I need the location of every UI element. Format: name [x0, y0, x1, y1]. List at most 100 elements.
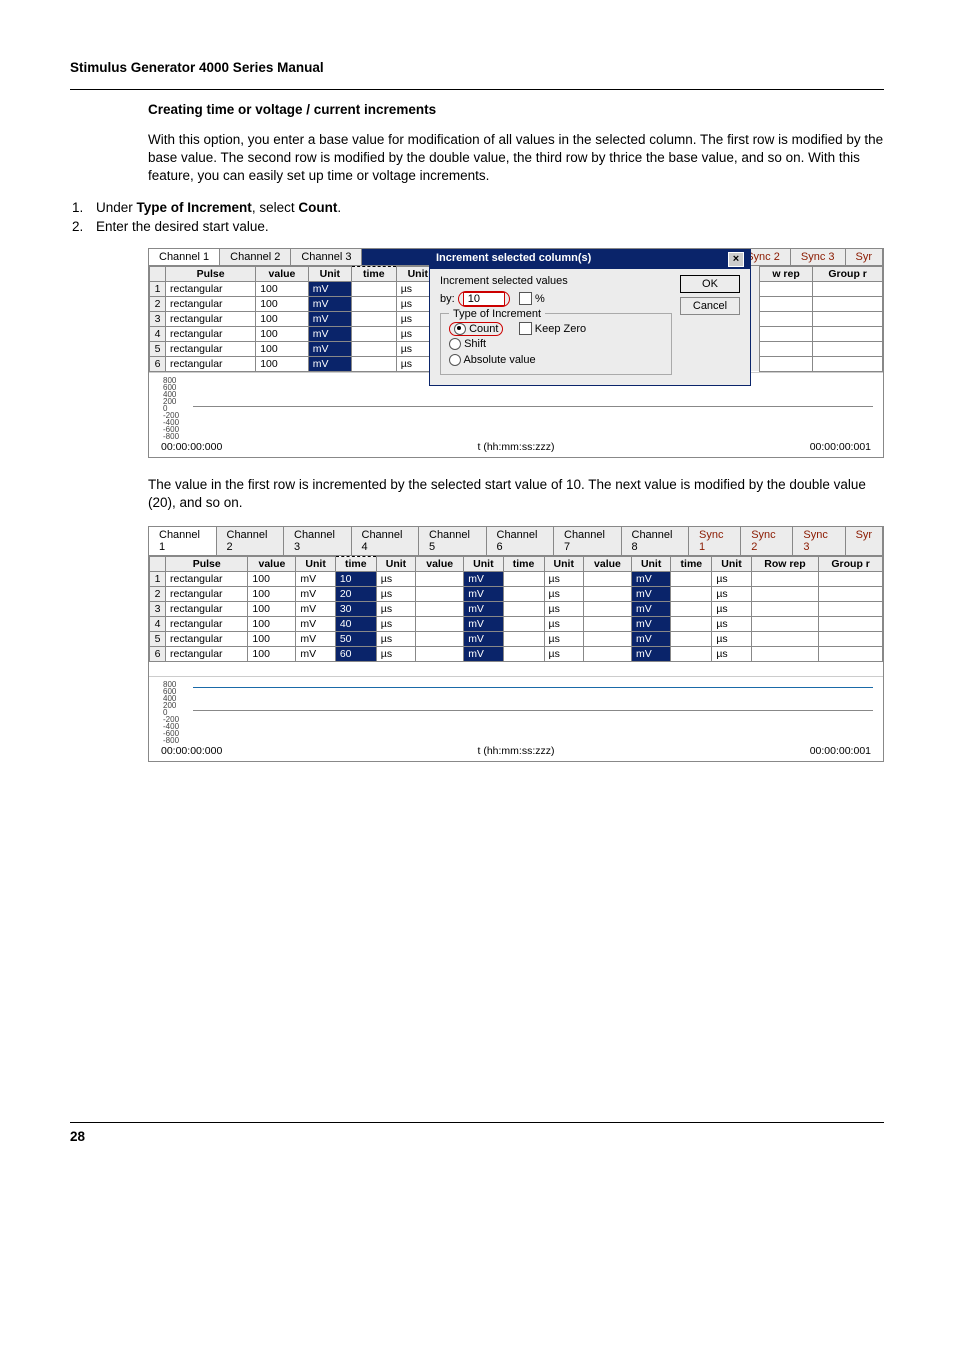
cell-tunit1[interactable]: µs	[376, 647, 415, 662]
cell-value3[interactable]	[583, 647, 631, 662]
cell-groupr[interactable]	[819, 602, 883, 617]
cell-value2[interactable]	[416, 632, 464, 647]
tab-sync-1[interactable]: Sync 1	[689, 527, 741, 555]
cell-tunit2[interactable]: µs	[544, 617, 583, 632]
cell-value3[interactable]	[583, 632, 631, 647]
cell-value[interactable]: 100	[256, 341, 309, 356]
cell-unit2[interactable]: mV	[464, 617, 503, 632]
cell-rowrep[interactable]	[751, 632, 819, 647]
tab-channel-5[interactable]: Channel 5	[419, 527, 487, 555]
cell-unit1[interactable]: mV	[296, 647, 335, 662]
cell-tunit1[interactable]: µs	[376, 632, 415, 647]
cell-wrep[interactable]	[759, 296, 812, 311]
cell-value[interactable]: 100	[256, 356, 309, 371]
cell-unit1[interactable]: mV	[308, 281, 351, 296]
cell-tunit3[interactable]: µs	[712, 647, 751, 662]
cell-tunit3[interactable]: µs	[712, 632, 751, 647]
cell-pulse[interactable]: rectangular	[166, 647, 248, 662]
cell-time1[interactable]: 40	[335, 617, 376, 632]
cell-unit3[interactable]: mV	[631, 647, 670, 662]
cell-unit1[interactable]: mV	[308, 356, 351, 371]
cell-time[interactable]	[351, 341, 396, 356]
tab-channel-3[interactable]: Channel 3	[284, 527, 352, 555]
cell-wrep[interactable]	[759, 341, 812, 356]
cell-tunit2[interactable]: µs	[544, 587, 583, 602]
cell-time1[interactable]: 30	[335, 602, 376, 617]
cell-groupr[interactable]	[813, 341, 883, 356]
cell-unit3[interactable]: mV	[631, 572, 670, 587]
cell-unit3[interactable]: mV	[631, 602, 670, 617]
cell-time2[interactable]	[503, 602, 544, 617]
cell-time2[interactable]	[503, 572, 544, 587]
cell-unit2[interactable]: mV	[464, 647, 503, 662]
cell-tunit1[interactable]: µs	[376, 602, 415, 617]
cell-value2[interactable]	[416, 572, 464, 587]
tab-sync-2[interactable]: Sync 2	[741, 527, 793, 555]
cell-value[interactable]: 100	[256, 326, 309, 341]
tab-channel-2[interactable]: Channel 2	[217, 527, 285, 555]
cell-rowrep[interactable]	[751, 572, 819, 587]
cell-value1[interactable]: 100	[248, 647, 296, 662]
ok-button[interactable]: OK	[680, 275, 740, 293]
cell-groupr[interactable]	[819, 587, 883, 602]
tab-channel-3[interactable]: Channel 3	[291, 249, 362, 265]
cell-value2[interactable]	[416, 602, 464, 617]
cell-value1[interactable]: 100	[248, 632, 296, 647]
cell-tunit3[interactable]: µs	[712, 572, 751, 587]
cell-time2[interactable]	[503, 632, 544, 647]
cell-value3[interactable]	[583, 617, 631, 632]
cell-groupr[interactable]	[819, 647, 883, 662]
cell-time3[interactable]	[671, 602, 712, 617]
cell-time[interactable]	[351, 356, 396, 371]
cell-value3[interactable]	[583, 602, 631, 617]
cell-tunit1[interactable]: µs	[376, 587, 415, 602]
cell-tunit3[interactable]: µs	[712, 617, 751, 632]
cell-value3[interactable]	[583, 587, 631, 602]
cell-time1[interactable]: 20	[335, 587, 376, 602]
increment-value-input[interactable]: 10	[463, 292, 505, 306]
cell-time[interactable]	[351, 326, 396, 341]
cell-unit1[interactable]: mV	[296, 632, 335, 647]
cell-groupr[interactable]	[813, 356, 883, 371]
cell-wrep[interactable]	[759, 326, 812, 341]
cell-tunit2[interactable]: µs	[544, 572, 583, 587]
cell-value1[interactable]: 100	[248, 587, 296, 602]
cell-value3[interactable]	[583, 572, 631, 587]
cell-time[interactable]	[351, 296, 396, 311]
cell-groupr[interactable]	[819, 572, 883, 587]
cell-rowrep[interactable]	[751, 617, 819, 632]
absolute-radio[interactable]	[449, 354, 461, 366]
cell-tunit1[interactable]: µs	[376, 572, 415, 587]
tab-sync-3[interactable]: Sync 3	[791, 249, 846, 265]
cell-time3[interactable]	[671, 647, 712, 662]
tab-channel-2[interactable]: Channel 2	[220, 249, 291, 265]
cell-unit1[interactable]: mV	[308, 311, 351, 326]
cell-tunit3[interactable]: µs	[712, 602, 751, 617]
cell-time1[interactable]: 50	[335, 632, 376, 647]
cell-value2[interactable]	[416, 647, 464, 662]
shift-radio[interactable]	[449, 338, 461, 350]
cell-value2[interactable]	[416, 617, 464, 632]
cell-time3[interactable]	[671, 572, 712, 587]
cell-unit3[interactable]: mV	[631, 617, 670, 632]
cell-pulse[interactable]: rectangular	[166, 587, 248, 602]
cell-rowrep[interactable]	[751, 587, 819, 602]
parameter-grid-2[interactable]: PulsevalueUnittimeUnitvalueUnittimeUnitv…	[149, 556, 883, 662]
cell-unit3[interactable]: mV	[631, 587, 670, 602]
cell-time2[interactable]	[503, 647, 544, 662]
cell-groupr[interactable]	[813, 311, 883, 326]
cell-pulse[interactable]: rectangular	[166, 281, 256, 296]
cell-value1[interactable]: 100	[248, 617, 296, 632]
tab-channel-6[interactable]: Channel 6	[487, 527, 555, 555]
cell-time1[interactable]: 10	[335, 572, 376, 587]
cell-unit1[interactable]: mV	[308, 296, 351, 311]
count-radio[interactable]	[454, 323, 466, 335]
cell-time1[interactable]: 60	[335, 647, 376, 662]
cell-tunit1[interactable]: µs	[376, 617, 415, 632]
cell-wrep[interactable]	[759, 311, 812, 326]
cell-groupr[interactable]	[819, 617, 883, 632]
keepzero-checkbox[interactable]	[519, 322, 532, 335]
cell-time3[interactable]	[671, 632, 712, 647]
cell-groupr[interactable]	[813, 326, 883, 341]
close-icon[interactable]: ×	[728, 252, 744, 267]
